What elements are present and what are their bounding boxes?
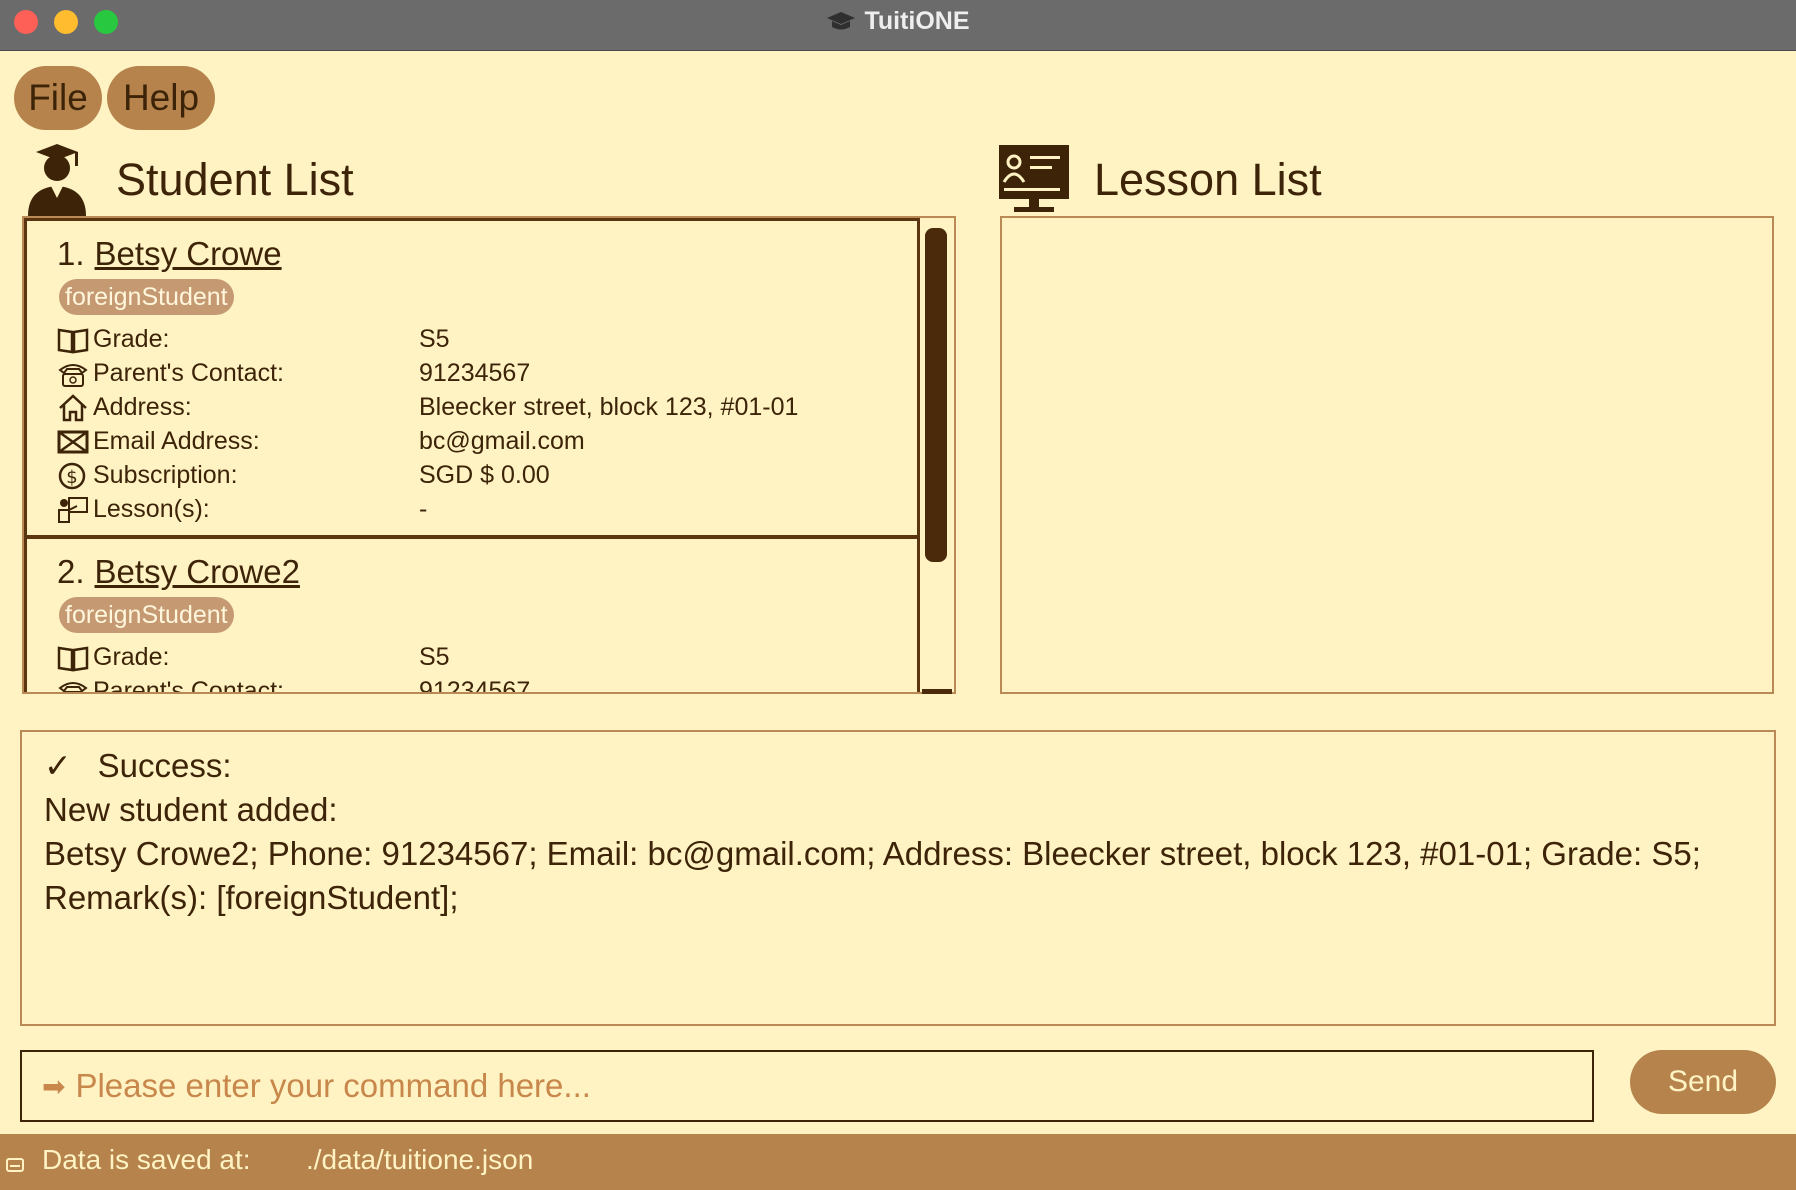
book-icon: [57, 646, 89, 672]
subscription-row: $ Subscription: SGD $ 0.00: [57, 461, 917, 491]
graduate-icon: [28, 144, 86, 216]
lessons-value: -: [419, 495, 428, 523]
email-value: bc@gmail.com: [419, 427, 585, 455]
parent-contact-label: Parent's Contact:: [93, 359, 284, 387]
send-button[interactable]: Send: [1630, 1050, 1776, 1114]
window-title: TuitiONE: [864, 6, 970, 35]
teacher-icon: [58, 497, 88, 523]
grade-label: Grade:: [93, 325, 170, 353]
student-name-link[interactable]: Betsy Crowe2: [95, 553, 300, 590]
storage-icon: [6, 1158, 24, 1172]
address-value: Bleecker street, block 123, #01-01: [419, 393, 799, 421]
address-label: Address:: [93, 393, 192, 421]
window-titlebar: TuitiONE: [0, 0, 1796, 51]
student-card[interactable]: 2. Betsy Crowe2 foreignStudent Grade: S5 …: [24, 536, 920, 694]
window-title-wrap: TuitiONE: [0, 0, 1796, 42]
student-card-header: 1. Betsy Crowe: [57, 235, 282, 273]
grade-row: Grade: S5: [57, 325, 917, 355]
phone-icon: [58, 364, 88, 387]
result-heading: Success:: [97, 747, 232, 784]
email-row: Email Address: bc@gmail.com: [57, 427, 917, 457]
student-index: 2.: [57, 553, 85, 590]
student-list-panel[interactable]: 1. Betsy Crowe foreignStudent Grade: S5 P…: [22, 216, 956, 694]
lessons-label: Lesson(s):: [93, 495, 210, 523]
envelope-icon: [57, 430, 89, 454]
result-display: ✓ Success: New student added: Betsy Crowe…: [20, 730, 1776, 1026]
home-icon: [59, 394, 87, 422]
student-tag-badge: foreignStudent: [59, 279, 234, 315]
svg-text:$: $: [66, 467, 77, 488]
file-menu-button[interactable]: File: [14, 66, 102, 130]
student-index: 1.: [57, 235, 85, 272]
address-row: Address: Bleecker street, block 123, #01…: [57, 393, 917, 423]
arrow-icon: ➡: [42, 1070, 66, 1102]
result-line-1: New student added:: [44, 791, 338, 828]
grade-value: S5: [419, 325, 450, 353]
student-name-link[interactable]: Betsy Crowe: [95, 235, 282, 272]
grade-row: Grade: S5: [57, 643, 917, 673]
help-menu-button[interactable]: Help: [107, 66, 215, 130]
parent-contact-value: 91234567: [419, 359, 531, 387]
book-icon: [57, 328, 89, 354]
subscription-value: SGD $ 0.00: [419, 461, 550, 489]
lesson-list-title: Lesson List: [1094, 154, 1322, 205]
student-list-scrollbar[interactable]: [922, 218, 952, 694]
lesson-list-panel[interactable]: [1000, 216, 1774, 694]
result-heading-row: ✓ Success:: [44, 744, 1752, 788]
grade-label: Grade:: [93, 643, 170, 671]
parent-contact-value: 91234567: [419, 677, 531, 694]
student-card[interactable]: 1. Betsy Crowe foreignStudent Grade: S5 P…: [24, 218, 920, 538]
status-label: Data is saved at:: [42, 1144, 251, 1175]
student-card-header: 2. Betsy Crowe2: [57, 553, 300, 591]
graduation-cap-icon: [827, 12, 856, 30]
subscription-label: Subscription:: [93, 461, 238, 489]
result-line-3: Remark(s): [foreignStudent];: [44, 879, 459, 916]
parent-contact-row: Parent's Contact: 91234567: [57, 677, 917, 694]
status-bar: Data is saved at: ./data/tuitione.json: [0, 1134, 1796, 1190]
lessons-row: Lesson(s): -: [57, 495, 917, 525]
phone-icon: [58, 682, 88, 692]
email-label: Email Address:: [93, 427, 260, 455]
scrollbar-end: [922, 689, 952, 694]
grade-value: S5: [419, 643, 450, 671]
status-path: ./data/tuitione.json: [306, 1144, 534, 1175]
scrollbar-thumb[interactable]: [925, 228, 947, 562]
student-list-title: Student List: [116, 154, 354, 205]
dollar-icon: $: [58, 462, 86, 490]
result-line-2: Betsy Crowe2; Phone: 91234567; Email: bc…: [44, 835, 1701, 872]
checkmark-icon: ✓: [44, 747, 72, 784]
command-input[interactable]: [73, 1066, 1558, 1106]
command-box[interactable]: ➡: [20, 1050, 1594, 1122]
student-tag-badge: foreignStudent: [59, 597, 234, 633]
parent-contact-label: Parent's Contact:: [93, 677, 284, 694]
presentation-monitor-icon: [999, 145, 1069, 212]
parent-contact-row: Parent's Contact: 91234567: [57, 359, 917, 389]
